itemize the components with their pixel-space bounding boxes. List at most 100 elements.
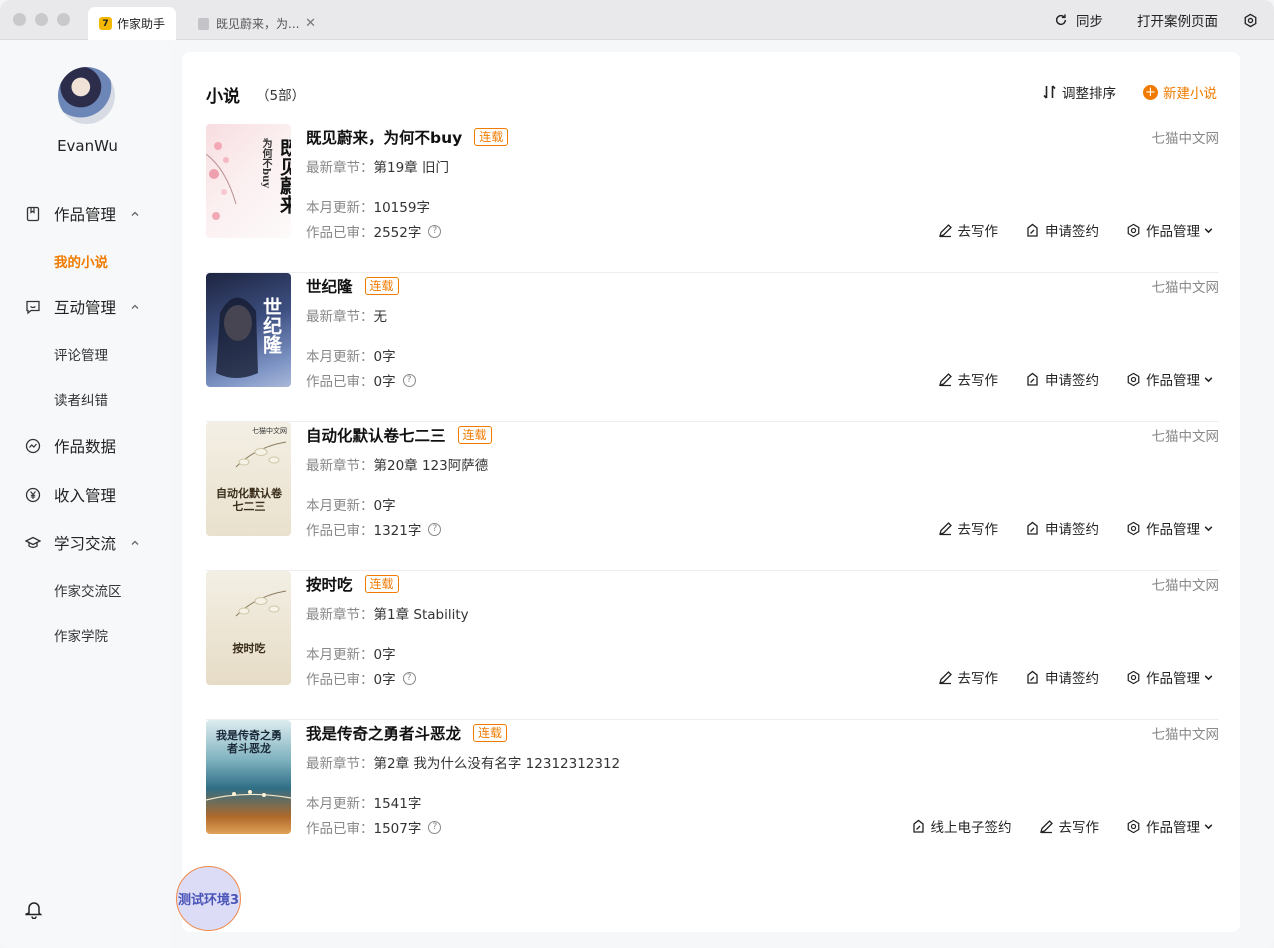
zoom-window-button[interactable]	[57, 13, 70, 26]
reviewed-value: 0字	[373, 374, 396, 390]
open-case-page-button[interactable]: 打开案例页面	[1137, 0, 1218, 40]
avatar[interactable]	[58, 67, 115, 124]
latest-chapter: 最新章节： 第20章 123阿萨德	[306, 454, 488, 474]
nav-learning-exchange[interactable]: 学习交流	[25, 532, 140, 554]
nav-works-data[interactable]: 作品数据	[25, 435, 116, 457]
novel-card: 按时吃 按时吃 连载 七猫中文网 最新章节： 第1章 Stability 本月更…	[206, 571, 1219, 720]
reviewed-value: 1507字	[373, 821, 422, 837]
status-badge: 连载	[474, 128, 509, 146]
novel-cover[interactable]: 为何不buy 既见蔚来	[206, 124, 291, 238]
novel-title[interactable]: 既见蔚来，为何不buy 连载	[306, 126, 509, 148]
nav-writer-academy[interactable]: 作家学院	[54, 625, 108, 645]
novel-actions: 去写作 申请签约 作品管理	[911, 667, 1220, 687]
sort-label: 调整排序	[1062, 86, 1116, 102]
tab-writer-assistant[interactable]: 7 作家助手	[88, 7, 176, 40]
action-label: 申请签约	[1045, 224, 1099, 240]
adjust-sort-button[interactable]: 调整排序	[1043, 82, 1116, 102]
status-badge: 连载	[457, 426, 492, 444]
novel-title[interactable]: 自动化默认卷七二三 连载	[306, 424, 492, 446]
nav-label: 作品管理	[54, 206, 117, 224]
apply-contract-button[interactable]: 申请签约	[1025, 667, 1099, 687]
document-icon	[198, 17, 209, 30]
write-button[interactable]: 去写作	[938, 667, 999, 687]
pencil-icon	[938, 670, 952, 684]
nav-writer-forum[interactable]: 作家交流区	[54, 580, 122, 600]
sync-label: 同步	[1076, 14, 1103, 30]
novel-actions: 去写作 申请签约 作品管理	[911, 220, 1220, 240]
works-management-dropdown[interactable]: 作品管理	[1126, 369, 1219, 389]
month-update-key: 本月更新：	[306, 349, 374, 365]
nav-income-management[interactable]: 收入管理	[25, 484, 116, 506]
write-button[interactable]: 去写作	[938, 220, 999, 240]
nav-label: 互动管理	[54, 299, 117, 317]
month-update-value: 0字	[373, 349, 396, 365]
reviewed-value: 2552字	[373, 225, 422, 241]
novel-title-text: 既见蔚来，为何不buy	[306, 129, 463, 147]
sync-button[interactable]: 同步	[1054, 0, 1103, 40]
novel-card: 为何不buy 既见蔚来 既见蔚来，为何不buy 连载 七猫中文网 最新章节： 第…	[206, 124, 1219, 273]
novel-cover[interactable]: 世纪隆	[206, 273, 291, 387]
action-label: 线上电子签约	[930, 820, 1012, 836]
latest-chapter-value: 第1章 Stability	[373, 607, 469, 623]
latest-chapter-value: 第20章 123阿萨德	[373, 458, 489, 474]
latest-chapter-key: 最新章节：	[306, 756, 374, 772]
chevron-down-icon	[1204, 376, 1213, 382]
action-label: 作品管理	[1146, 671, 1200, 687]
help-icon[interactable]: ?	[402, 373, 416, 387]
works-management-dropdown[interactable]: 作品管理	[1126, 816, 1219, 836]
chevron-up-icon	[131, 304, 139, 309]
nav-interaction-management[interactable]: 互动管理	[25, 296, 140, 318]
month-update-value: 10159字	[373, 200, 430, 216]
novel-cover[interactable]: 我是传奇之勇者斗恶龙	[206, 720, 291, 834]
magnolia-art-icon	[235, 441, 287, 468]
settings-button[interactable]	[1243, 0, 1258, 40]
new-novel-button[interactable]: + 新建小说	[1143, 82, 1217, 102]
cover-title: 自动化默认卷七二三	[216, 487, 282, 513]
action-label: 去写作	[957, 671, 999, 687]
close-tab-icon[interactable]: ✕	[305, 16, 316, 31]
chevron-down-icon	[1204, 227, 1213, 233]
help-icon[interactable]: ?	[428, 522, 442, 536]
apply-contract-button[interactable]: 申请签约	[1025, 518, 1099, 538]
works-management-dropdown[interactable]: 作品管理	[1126, 667, 1219, 687]
works-management-dropdown[interactable]: 作品管理	[1126, 518, 1219, 538]
platform-label: 七猫中文网	[1151, 280, 1220, 296]
month-update: 本月更新： 1541字	[306, 792, 421, 812]
help-icon[interactable]: ?	[402, 671, 416, 685]
novel-cover[interactable]: 按时吃	[206, 571, 291, 685]
month-update-key: 本月更新：	[306, 796, 374, 812]
test-environment-button[interactable]: 测试环境3	[176, 866, 241, 931]
write-button[interactable]: 去写作	[938, 518, 998, 538]
apply-contract-button[interactable]: 申请签约	[1025, 369, 1099, 389]
apply-contract-button[interactable]: 申请签约	[1025, 220, 1099, 240]
month-update-key: 本月更新：	[306, 200, 374, 216]
status-badge: 连载	[364, 575, 399, 593]
novel-cover[interactable]: 七猫中文网 自动化默认卷七二三	[206, 422, 291, 536]
help-icon[interactable]: ?	[428, 224, 442, 238]
novel-title[interactable]: 按时吃 连载	[306, 573, 399, 595]
reviewed-count: 作品已审： 0字 ?	[306, 668, 416, 688]
write-button[interactable]: 去写作	[938, 369, 998, 389]
novel-title-text: 世纪隆	[306, 278, 353, 296]
nav-my-novels[interactable]: 我的小说	[54, 251, 108, 271]
help-icon[interactable]: ?	[428, 820, 442, 834]
write-button[interactable]: 去写作	[1039, 816, 1099, 836]
nav-comment-management[interactable]: 评论管理	[54, 344, 108, 364]
latest-chapter-key: 最新章节：	[306, 458, 374, 474]
close-window-button[interactable]	[13, 13, 26, 26]
nav-reader-corrections[interactable]: 读者纠错	[54, 389, 108, 409]
latest-chapter-key: 最新章节：	[306, 309, 374, 325]
sidebar: EvanWu 作品管理 我的小说 互动管理 评论管理 读者纠错 作品数据 收入管…	[0, 41, 170, 948]
works-management-dropdown[interactable]: 作品管理	[1126, 220, 1219, 240]
graduation-cap-icon	[25, 536, 41, 548]
minimize-window-button[interactable]	[35, 13, 48, 26]
online-e-contract-button[interactable]: 线上电子签约	[911, 816, 1012, 836]
action-label: 去写作	[957, 224, 999, 240]
reviewed-count: 作品已审： 0字 ?	[306, 370, 416, 390]
nav-works-management[interactable]: 作品管理	[25, 203, 140, 225]
novel-title[interactable]: 我是传奇之勇者斗恶龙 连载	[306, 722, 508, 744]
bell-icon[interactable]	[25, 899, 43, 919]
novel-title[interactable]: 世纪隆 连载	[306, 275, 399, 297]
chevron-down-icon	[1204, 525, 1213, 531]
tab-novel-detail[interactable]: 既见蔚来，为... ✕	[190, 7, 330, 40]
